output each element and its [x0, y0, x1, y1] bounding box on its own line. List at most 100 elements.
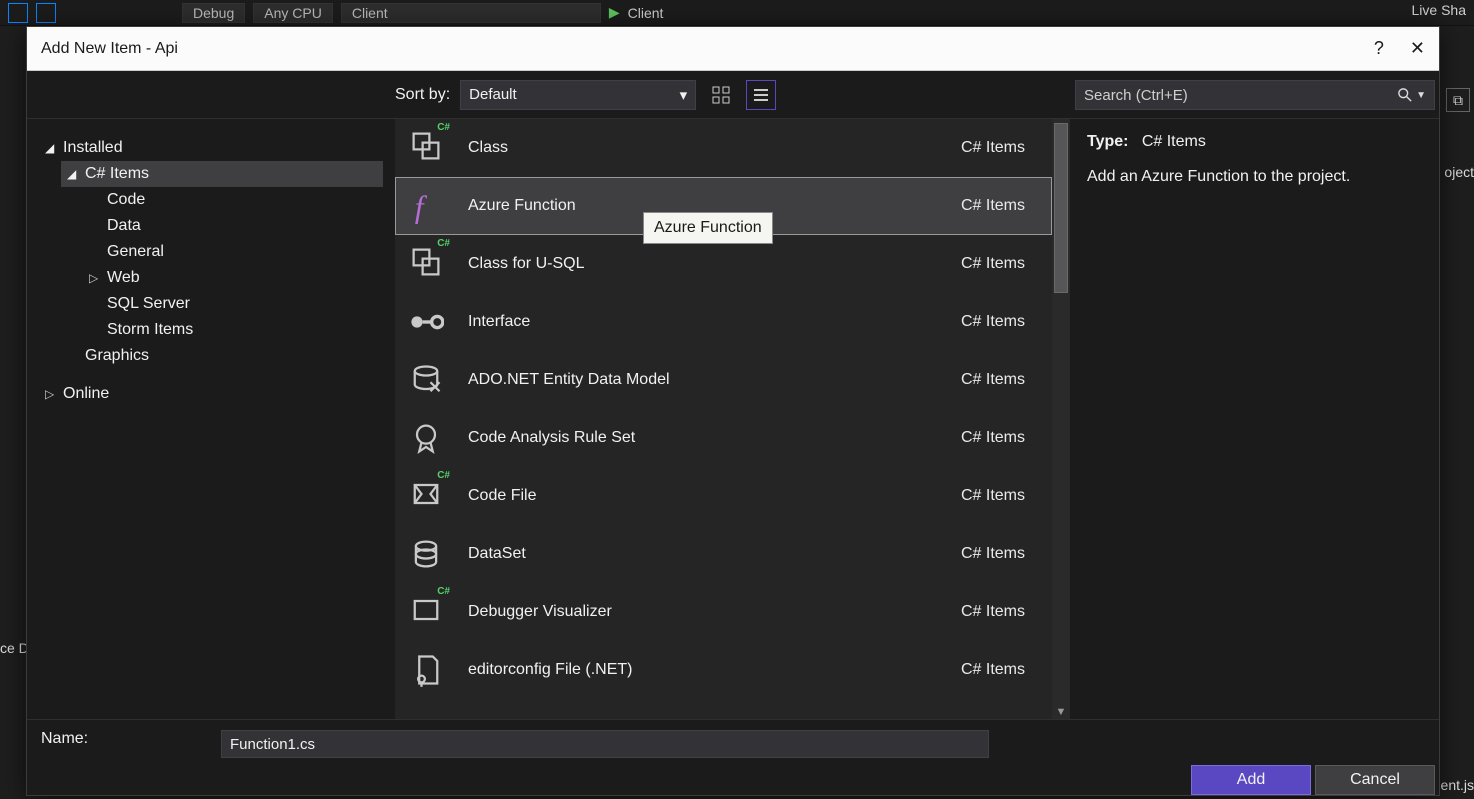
- name-label: Name:: [41, 730, 221, 748]
- svg-text:f: f: [415, 189, 428, 224]
- dataset-icon: [404, 534, 448, 574]
- expander-icon[interactable]: [45, 387, 57, 401]
- class-icon: C#: [404, 244, 448, 284]
- tree-node-web[interactable]: Web: [83, 265, 383, 291]
- codefile-icon: C#: [404, 476, 448, 516]
- template-category: C# Items: [961, 429, 1025, 447]
- add-button-label: Add: [1237, 771, 1265, 789]
- chevron-down-icon: ▼: [1416, 90, 1426, 101]
- template-label: editorconfig File (.NET): [468, 661, 961, 679]
- live-share-label[interactable]: Live Sha: [1412, 2, 1466, 18]
- sortby-label: Sort by:: [395, 86, 450, 104]
- tree-node-data[interactable]: Data: [83, 213, 383, 239]
- bg-side-text-2: ent.js: [1441, 777, 1474, 793]
- scrollbar[interactable]: ▲ ▼: [1052, 119, 1070, 719]
- cancel-button[interactable]: Cancel: [1315, 765, 1435, 795]
- build-config-dropdown[interactable]: Debug: [182, 3, 245, 23]
- dialog-bottom-bar: Name: Add Cancel: [27, 719, 1439, 795]
- tree-label: Web: [107, 269, 140, 287]
- name-input[interactable]: [221, 730, 989, 758]
- interface-icon: [404, 302, 448, 342]
- dialog-titlebar: Add New Item - Api ? ✕: [27, 27, 1439, 71]
- close-button[interactable]: ✕: [1410, 38, 1425, 59]
- template-item-code-analysis-rule-set[interactable]: Code Analysis Rule SetC# Items: [395, 409, 1052, 467]
- template-category: C# Items: [961, 255, 1025, 273]
- vs-main-toolbar: Debug Any CPU Client ▶ Client: [0, 0, 1474, 26]
- bg-left-text: ce D: [0, 640, 29, 656]
- template-item-dataset[interactable]: DataSetC# Items: [395, 525, 1052, 583]
- tree-label: Data: [107, 217, 141, 235]
- template-label: Class: [468, 139, 961, 157]
- tree-node-storm-items[interactable]: Storm Items: [83, 317, 383, 343]
- bg-side-text-1: oject: [1444, 164, 1474, 180]
- vs-toolbar-right: Live Sha: [1412, 2, 1466, 18]
- dialog-title: Add New Item - Api: [41, 40, 178, 58]
- template-label: Interface: [468, 313, 961, 331]
- template-item-editorconfig-file-net-[interactable]: editorconfig File (.NET)C# Items: [395, 641, 1052, 699]
- help-button[interactable]: ?: [1374, 38, 1384, 59]
- ado-icon: [404, 360, 448, 400]
- tree-node-graphics[interactable]: Graphics: [61, 343, 383, 369]
- template-item-class[interactable]: C# ClassC# Items: [395, 119, 1052, 177]
- template-label: ADO.NET Entity Data Model: [468, 371, 961, 389]
- category-tree: Installed C# Items Code Data General Web SQL…: [27, 119, 395, 719]
- ruleset-icon: [404, 418, 448, 458]
- cancel-button-label: Cancel: [1350, 771, 1400, 789]
- tree-label: General: [107, 243, 164, 261]
- run-button-label[interactable]: Client: [628, 5, 664, 21]
- window-icon: [8, 3, 28, 23]
- solution-explorer-collapsed-icon[interactable]: ⧉: [1446, 88, 1470, 112]
- tooltip: Azure Function: [643, 212, 773, 244]
- template-category: C# Items: [961, 313, 1025, 331]
- dialog-toolbar: Sort by: Default ▾ Search (Ctrl+E) ▼: [27, 71, 1439, 119]
- template-category: C# Items: [961, 197, 1025, 215]
- chevron-down-icon: ▾: [680, 86, 688, 104]
- template-item-debugger-visualizer[interactable]: C#Debugger VisualizerC# Items: [395, 583, 1052, 641]
- tree-label: Installed: [63, 139, 123, 157]
- template-item-interface[interactable]: InterfaceC# Items: [395, 293, 1052, 351]
- tree-node-general[interactable]: General: [83, 239, 383, 265]
- type-label: Type:: [1087, 133, 1128, 150]
- debugvis-icon: C#: [404, 592, 448, 632]
- add-new-item-dialog: Add New Item - Api ? ✕ Sort by: Default …: [26, 26, 1440, 796]
- search-input[interactable]: Search (Ctrl+E) ▼: [1075, 80, 1435, 110]
- class-icon: C#: [404, 128, 448, 168]
- tree-label: C# Items: [85, 165, 149, 183]
- expander-icon[interactable]: [67, 167, 79, 181]
- tree-node-code[interactable]: Code: [83, 187, 383, 213]
- template-category: C# Items: [961, 139, 1025, 157]
- expander-icon[interactable]: [89, 271, 101, 285]
- template-list[interactable]: C#ClassC# ItemsfAzure FunctionC# ItemsC#…: [395, 119, 1052, 719]
- template-category: C# Items: [961, 603, 1025, 621]
- template-item-ado-net-entity-data-model[interactable]: ADO.NET Entity Data ModelC# Items: [395, 351, 1052, 409]
- scrollbar-thumb[interactable]: [1054, 123, 1068, 293]
- expander-icon[interactable]: [45, 141, 57, 155]
- template-label: DataSet: [468, 545, 961, 563]
- tree-label: Online: [63, 385, 109, 403]
- scroll-down-icon[interactable]: ▼: [1054, 705, 1068, 719]
- template-category: C# Items: [961, 487, 1025, 505]
- preview-panel: Type: C# Items Add an Azure Function to …: [1071, 119, 1439, 719]
- tree-node-installed[interactable]: Installed: [39, 135, 383, 161]
- platform-dropdown[interactable]: Any CPU: [253, 3, 333, 23]
- add-button[interactable]: Add: [1191, 765, 1311, 795]
- template-label: Code Analysis Rule Set: [468, 429, 961, 447]
- template-label: Class for U-SQL: [468, 255, 961, 273]
- tree-node-online[interactable]: Online: [39, 381, 383, 407]
- template-label: Code File: [468, 487, 961, 505]
- startup-project-dropdown[interactable]: Client: [341, 3, 601, 23]
- tree-node-sql-server[interactable]: SQL Server: [83, 291, 383, 317]
- editorconfig-icon: [404, 650, 448, 690]
- template-category: C# Items: [961, 661, 1025, 679]
- template-category: C# Items: [961, 545, 1025, 563]
- tree-label: Code: [107, 191, 145, 209]
- template-list-area: C#ClassC# ItemsfAzure FunctionC# ItemsC#…: [395, 119, 1071, 719]
- tree-label: Storm Items: [107, 321, 193, 339]
- view-large-icons-button[interactable]: [706, 80, 736, 110]
- template-item-code-file[interactable]: C# Code FileC# Items: [395, 467, 1052, 525]
- tree-node-csharp-items[interactable]: C# Items: [61, 161, 383, 187]
- search-icon[interactable]: ▼: [1398, 88, 1426, 102]
- window-icon: [36, 3, 56, 23]
- sortby-combo[interactable]: Default ▾: [460, 80, 696, 110]
- view-details-button[interactable]: [746, 80, 776, 110]
